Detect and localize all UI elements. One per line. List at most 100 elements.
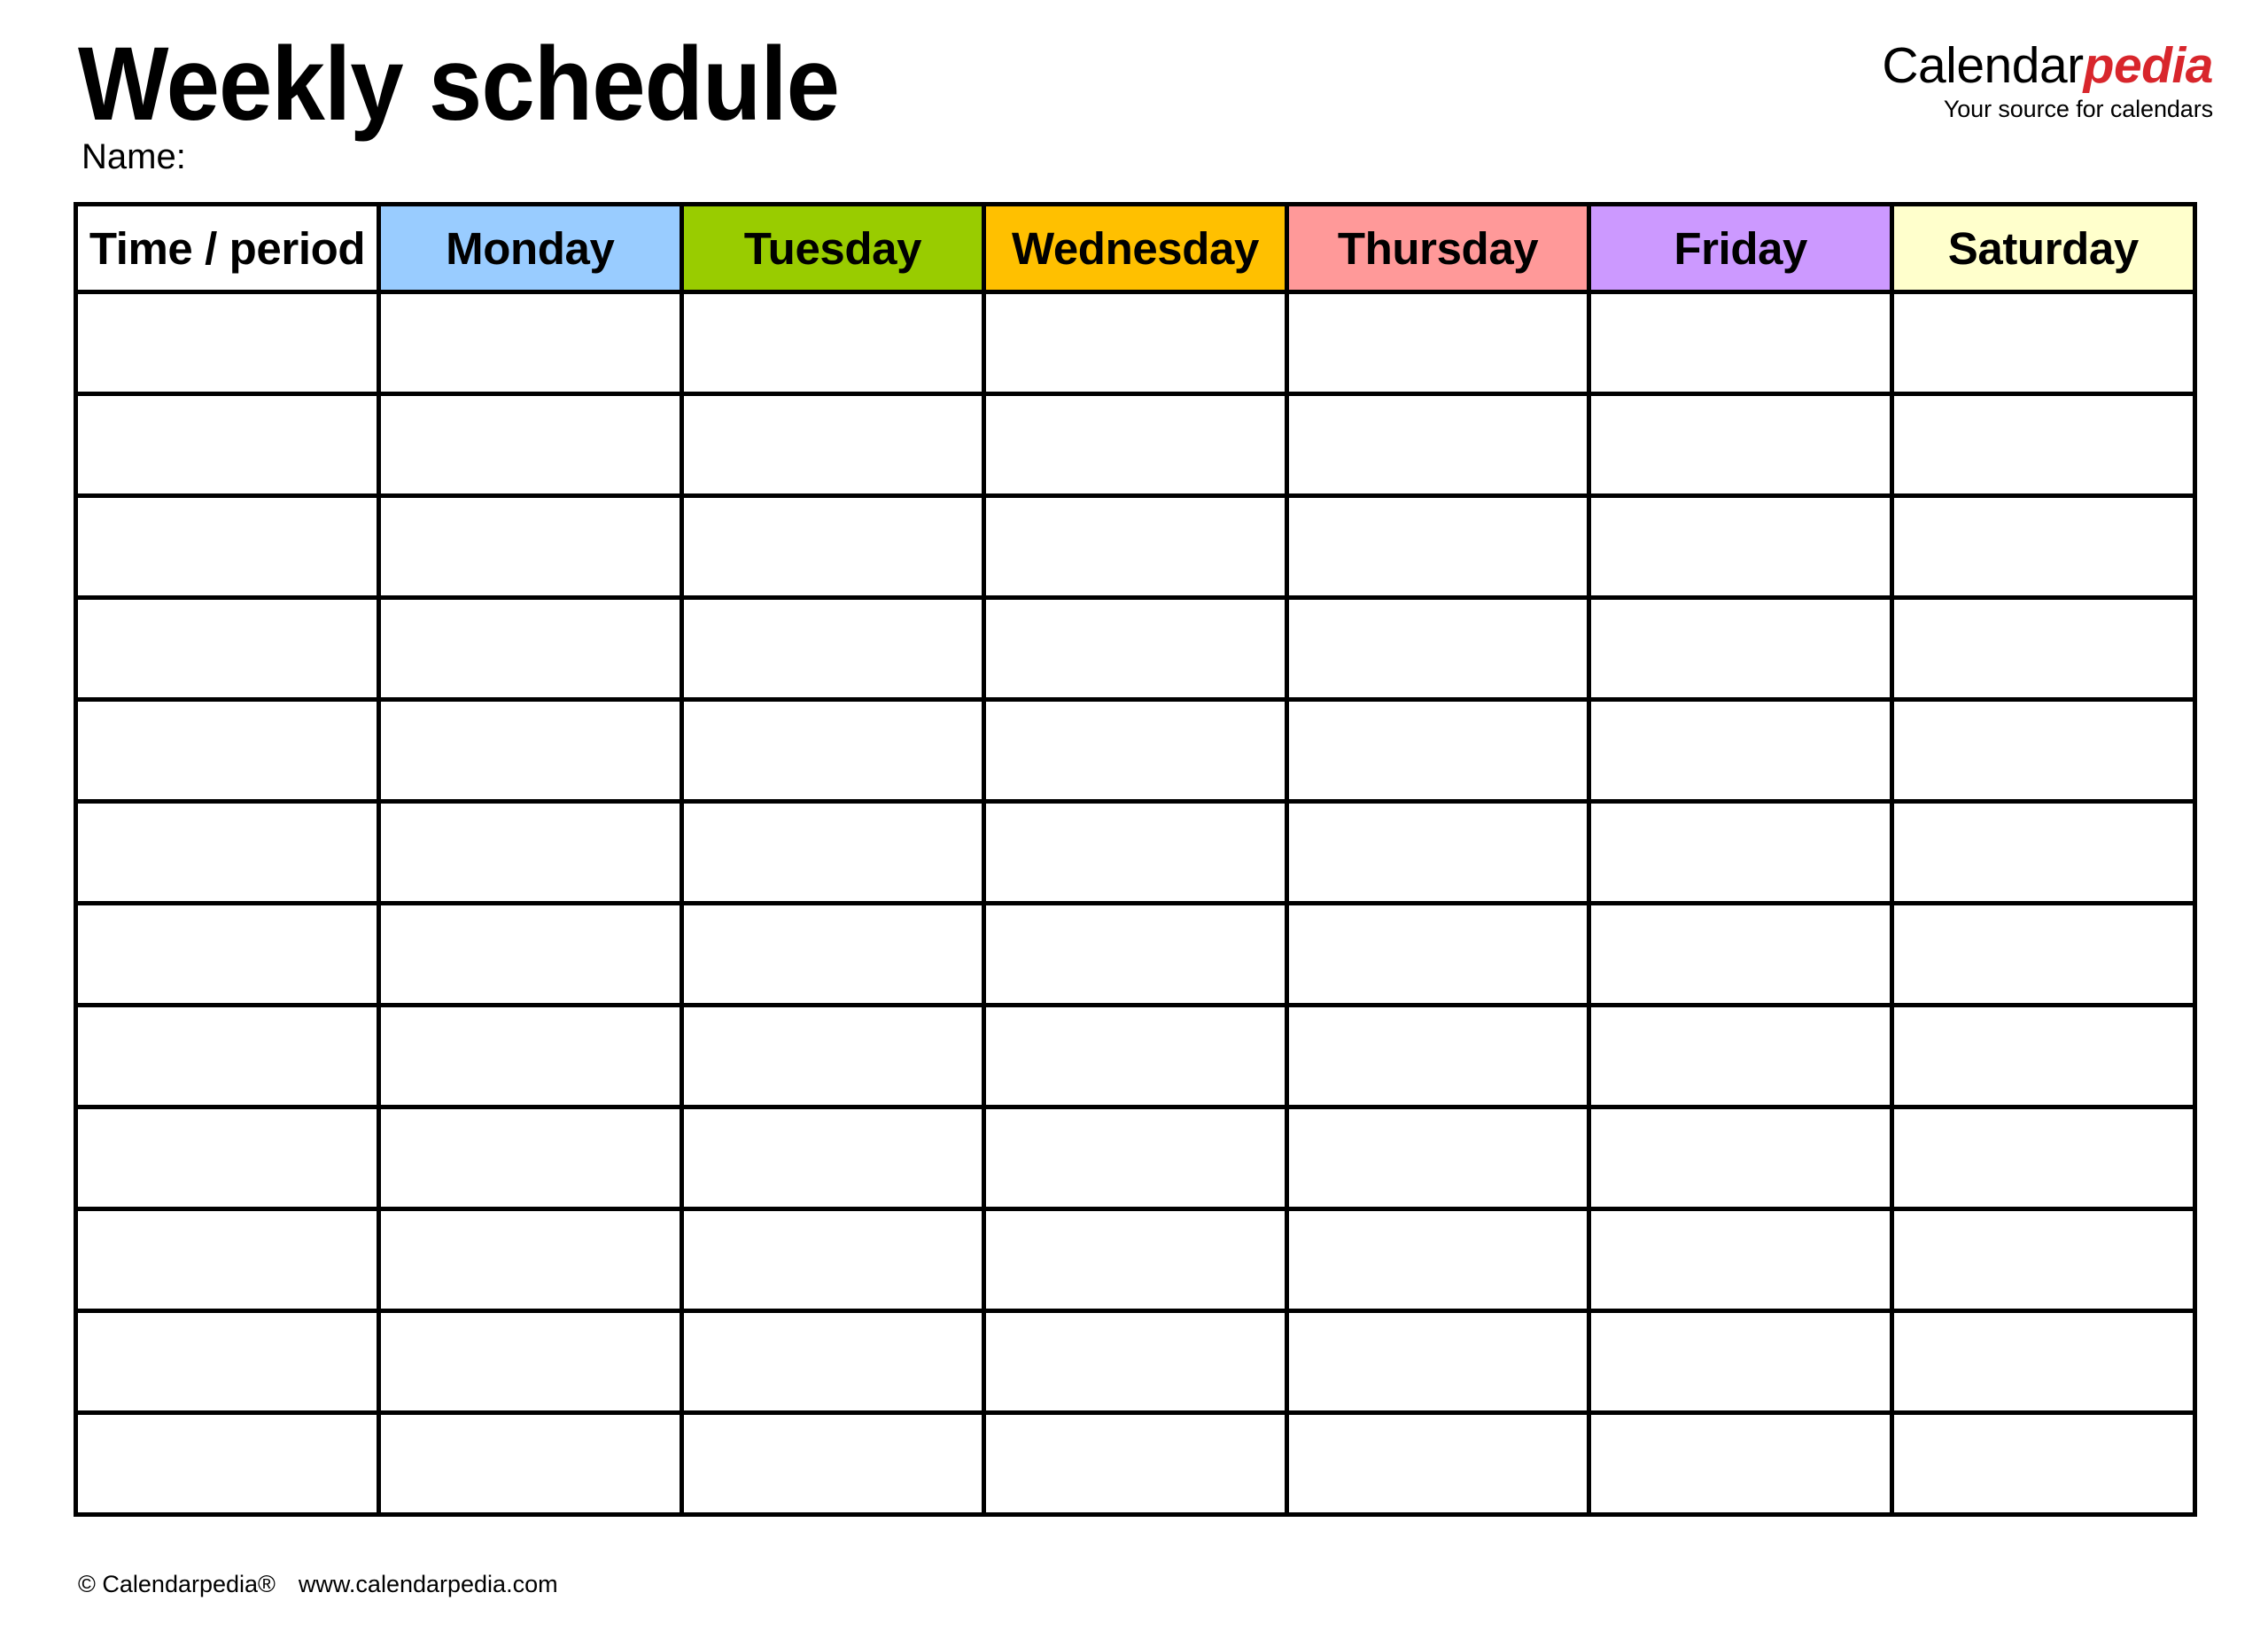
schedule-entry-cell[interactable]: [1284, 697, 1592, 804]
schedule-entry-cell[interactable]: [1587, 595, 1894, 702]
schedule-entry-cell[interactable]: [982, 1410, 1289, 1517]
page-footer: © Calendarpedia® www.calendarpedia.com: [78, 1573, 558, 1597]
schedule-entry-cell[interactable]: [1284, 1105, 1592, 1211]
schedule-entry-cell[interactable]: [377, 1207, 684, 1313]
table-row: [74, 1207, 2197, 1313]
schedule-entry-cell[interactable]: [1889, 1309, 2197, 1415]
schedule-entry-cell[interactable]: [1587, 799, 1894, 905]
time-period-cell[interactable]: [74, 1003, 381, 1109]
schedule-entry-cell[interactable]: [679, 1003, 987, 1109]
schedule-table-head: Time / period Monday Tuesday Wednesday Thurs…: [74, 202, 2197, 294]
schedule-entry-cell[interactable]: [1284, 1207, 1592, 1313]
schedule-entry-cell[interactable]: [1587, 1410, 1894, 1517]
table-row: [74, 595, 2197, 702]
schedule-entry-cell[interactable]: [982, 1309, 1289, 1415]
schedule-table-container: Time / period Monday Tuesday Wednesday Thurs…: [74, 202, 2197, 1517]
calendarpedia-logo: Calendarpedia Your source for calendars: [1882, 41, 2213, 121]
schedule-entry-cell[interactable]: [1889, 1410, 2197, 1517]
time-period-cell[interactable]: [74, 595, 381, 702]
schedule-entry-cell[interactable]: [982, 799, 1289, 905]
schedule-entry-cell[interactable]: [679, 799, 987, 905]
schedule-entry-cell[interactable]: [679, 901, 987, 1007]
schedule-entry-cell[interactable]: [377, 901, 684, 1007]
schedule-entry-cell[interactable]: [377, 392, 684, 498]
schedule-entry-cell[interactable]: [982, 290, 1289, 396]
time-period-cell[interactable]: [74, 493, 381, 600]
time-period-cell[interactable]: [74, 697, 381, 804]
time-period-cell[interactable]: [74, 1105, 381, 1211]
schedule-entry-cell[interactable]: [1587, 1003, 1894, 1109]
time-period-cell[interactable]: [74, 290, 381, 396]
schedule-entry-cell[interactable]: [1284, 392, 1592, 498]
schedule-entry-cell[interactable]: [982, 595, 1289, 702]
schedule-entry-cell[interactable]: [1889, 1207, 2197, 1313]
schedule-entry-cell[interactable]: [1587, 1309, 1894, 1415]
schedule-entry-cell[interactable]: [377, 1105, 684, 1211]
schedule-entry-cell[interactable]: [679, 1410, 987, 1517]
table-row: [74, 1309, 2197, 1415]
time-period-cell[interactable]: [74, 1410, 381, 1517]
schedule-entry-cell[interactable]: [377, 595, 684, 702]
schedule-entry-cell[interactable]: [377, 290, 684, 396]
page-header: Weekly schedule Name: Calendarpedia Your…: [0, 0, 2268, 202]
schedule-entry-cell[interactable]: [1587, 901, 1894, 1007]
column-header-time-period: Time / period: [74, 202, 381, 294]
schedule-entry-cell[interactable]: [679, 1105, 987, 1211]
schedule-entry-cell[interactable]: [1284, 493, 1592, 600]
weekly-schedule-table: Time / period Monday Tuesday Wednesday Thurs…: [74, 202, 2197, 1517]
schedule-entry-cell[interactable]: [1587, 1207, 1894, 1313]
table-row: [74, 799, 2197, 905]
schedule-entry-cell[interactable]: [377, 799, 684, 905]
schedule-entry-cell[interactable]: [1889, 901, 2197, 1007]
schedule-entry-cell[interactable]: [377, 1410, 684, 1517]
schedule-entry-cell[interactable]: [1284, 1003, 1592, 1109]
schedule-entry-cell[interactable]: [982, 1003, 1289, 1109]
time-period-cell[interactable]: [74, 1207, 381, 1313]
name-field-label: Name:: [82, 137, 186, 176]
schedule-entry-cell[interactable]: [982, 1105, 1289, 1211]
schedule-entry-cell[interactable]: [1889, 697, 2197, 804]
time-period-cell[interactable]: [74, 1309, 381, 1415]
schedule-entry-cell[interactable]: [1587, 290, 1894, 396]
schedule-entry-cell[interactable]: [679, 595, 987, 702]
schedule-entry-cell[interactable]: [982, 493, 1289, 600]
schedule-entry-cell[interactable]: [377, 1309, 684, 1415]
schedule-entry-cell[interactable]: [1284, 595, 1592, 702]
schedule-entry-cell[interactable]: [982, 697, 1289, 804]
schedule-entry-cell[interactable]: [679, 392, 987, 498]
schedule-entry-cell[interactable]: [1284, 799, 1592, 905]
schedule-entry-cell[interactable]: [377, 1003, 684, 1109]
table-row: [74, 290, 2197, 396]
schedule-entry-cell[interactable]: [982, 1207, 1289, 1313]
time-period-cell[interactable]: [74, 799, 381, 905]
schedule-entry-cell[interactable]: [982, 392, 1289, 498]
schedule-entry-cell[interactable]: [1889, 392, 2197, 498]
page-title: Weekly schedule: [78, 26, 840, 143]
schedule-entry-cell[interactable]: [982, 901, 1289, 1007]
schedule-entry-cell[interactable]: [1587, 493, 1894, 600]
time-period-cell[interactable]: [74, 901, 381, 1007]
schedule-entry-cell[interactable]: [679, 1309, 987, 1415]
schedule-entry-cell[interactable]: [1284, 901, 1592, 1007]
schedule-entry-cell[interactable]: [1889, 1003, 2197, 1109]
schedule-entry-cell[interactable]: [1587, 392, 1894, 498]
brand-wordmark-primary: Calendar: [1882, 37, 2084, 94]
schedule-entry-cell[interactable]: [679, 1207, 987, 1313]
schedule-entry-cell[interactable]: [1284, 1410, 1592, 1517]
schedule-entry-cell[interactable]: [377, 493, 684, 600]
schedule-entry-cell[interactable]: [1284, 290, 1592, 396]
schedule-entry-cell[interactable]: [1889, 290, 2197, 396]
schedule-entry-cell[interactable]: [679, 697, 987, 804]
schedule-entry-cell[interactable]: [1889, 799, 2197, 905]
column-header-tuesday: Tuesday: [679, 202, 987, 294]
schedule-entry-cell[interactable]: [679, 493, 987, 600]
schedule-entry-cell[interactable]: [1284, 1309, 1592, 1415]
schedule-entry-cell[interactable]: [1587, 1105, 1894, 1211]
schedule-entry-cell[interactable]: [1889, 1105, 2197, 1211]
schedule-entry-cell[interactable]: [377, 697, 684, 804]
schedule-entry-cell[interactable]: [1889, 493, 2197, 600]
time-period-cell[interactable]: [74, 392, 381, 498]
schedule-entry-cell[interactable]: [1889, 595, 2197, 702]
schedule-entry-cell[interactable]: [1587, 697, 1894, 804]
schedule-entry-cell[interactable]: [679, 290, 987, 396]
